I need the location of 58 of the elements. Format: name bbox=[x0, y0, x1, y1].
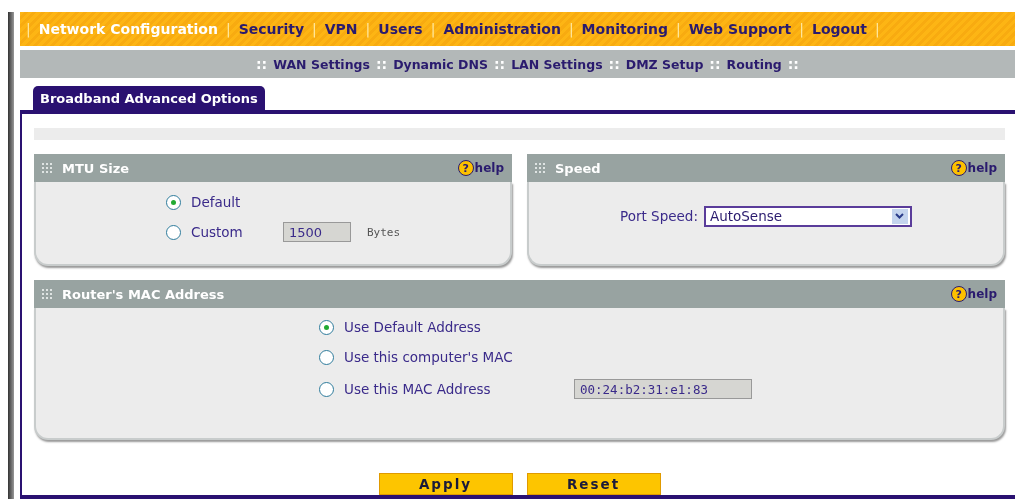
option-label: Use this MAC Address bbox=[344, 381, 492, 397]
nav-link[interactable]: Dynamic DNS bbox=[393, 56, 488, 72]
nav-link[interactable]: Routing bbox=[726, 56, 782, 72]
option-label: Custom bbox=[191, 224, 244, 240]
nav-link[interactable]: Monitoring bbox=[581, 21, 668, 37]
nav-separator: | bbox=[26, 21, 31, 37]
action-button[interactable]: Apply bbox=[378, 473, 513, 495]
nav-link[interactable]: Users bbox=[378, 21, 423, 37]
nav-separator: :: bbox=[787, 56, 799, 72]
nav-separator: :: bbox=[709, 56, 721, 72]
help-link[interactable]: ? help bbox=[457, 160, 504, 176]
grip-icon bbox=[42, 163, 52, 173]
radio-button[interactable] bbox=[319, 349, 334, 365]
nav-separator: :: bbox=[608, 56, 620, 72]
nav-separator: | bbox=[225, 21, 231, 37]
radio-button[interactable] bbox=[319, 319, 334, 335]
nav-separator: :: bbox=[493, 56, 506, 72]
option-label: Use Default Address bbox=[344, 319, 482, 335]
help-icon: ? bbox=[950, 286, 967, 302]
nav-separator: | bbox=[312, 21, 317, 37]
grip-icon bbox=[42, 289, 52, 299]
nav-separator: | bbox=[568, 21, 574, 37]
panel-title: Router's MAC Address bbox=[62, 286, 226, 302]
nav-link[interactable]: VPN bbox=[324, 21, 358, 37]
nav-link[interactable]: Security bbox=[238, 21, 304, 37]
nav-link[interactable]: Logout bbox=[812, 21, 867, 37]
nav-separator: | bbox=[365, 21, 371, 37]
help-link[interactable]: ? help bbox=[950, 160, 997, 176]
unit-label: Bytes bbox=[367, 225, 401, 239]
panel-title: Speed bbox=[555, 160, 602, 176]
nav-separator: :: bbox=[375, 56, 388, 72]
nav-separator: | bbox=[430, 21, 436, 37]
radio-button[interactable] bbox=[319, 381, 334, 397]
tab[interactable]: Broadband Advanced Options bbox=[33, 86, 265, 110]
field-label: Port Speed: bbox=[620, 208, 698, 224]
nav-separator: | bbox=[874, 21, 880, 37]
nav-link[interactable]: Administration bbox=[443, 21, 561, 37]
nav-link[interactable]: DMZ Setup bbox=[625, 56, 704, 72]
nav-link[interactable]: WAN Settings bbox=[273, 56, 370, 72]
mac-address-field[interactable]: 00:24:b2:31:e1:83 bbox=[574, 379, 752, 399]
help-icon: ? bbox=[457, 160, 474, 176]
mtu-input-field[interactable]: 1500 bbox=[283, 222, 351, 242]
grip-icon bbox=[535, 163, 545, 173]
radio-button[interactable] bbox=[166, 194, 181, 210]
chevron-down-icon bbox=[895, 213, 905, 219]
nav-separator: | bbox=[675, 21, 681, 37]
nav-separator: :: bbox=[256, 56, 268, 72]
nav-link[interactable]: Web Support bbox=[688, 21, 792, 37]
nav-link[interactable]: LAN Settings bbox=[511, 56, 603, 72]
panel-title: MTU Size bbox=[62, 160, 131, 176]
option-label: Default bbox=[191, 194, 242, 210]
port-speed-dropdown[interactable]: AutoSense bbox=[703, 205, 912, 227]
action-button[interactable]: Reset bbox=[526, 473, 661, 495]
help-link[interactable]: ? help bbox=[950, 286, 997, 302]
help-icon: ? bbox=[950, 160, 967, 176]
nav-separator: | bbox=[799, 21, 805, 37]
radio-button[interactable] bbox=[166, 224, 181, 240]
option-label: Use this computer's MAC bbox=[344, 349, 514, 365]
